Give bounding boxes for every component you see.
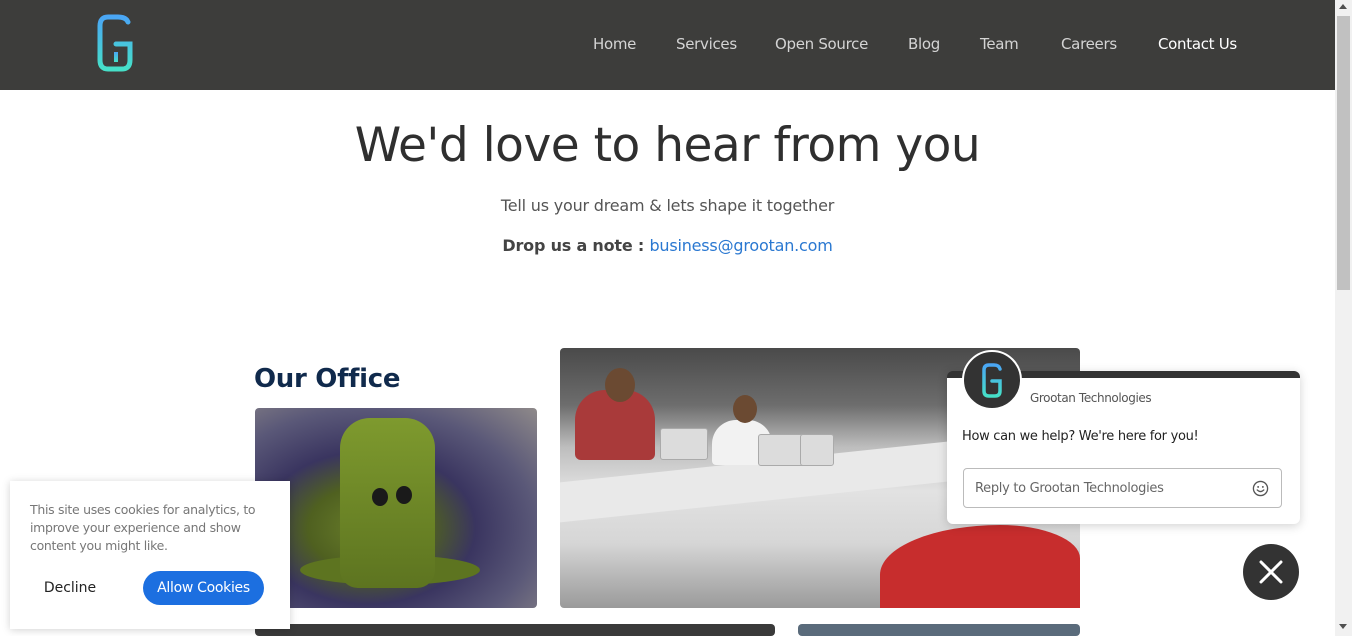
business-email-link[interactable]: business@grootan.com <box>649 236 832 255</box>
decline-cookies-button[interactable]: Decline <box>30 571 110 605</box>
office-photo-bottom-left <box>255 624 775 636</box>
page-subtitle: Tell us your dream & lets shape it toget… <box>500 196 835 215</box>
groot-eye-decor <box>372 488 388 506</box>
grootan-logo[interactable] <box>96 14 134 72</box>
chat-greeting-message: How can we help? We're here for you! <box>962 429 1199 444</box>
allow-cookies-button[interactable]: Allow Cookies <box>143 571 264 605</box>
chat-close-button[interactable] <box>1243 544 1299 600</box>
nav-blog[interactable]: Blog <box>908 35 940 53</box>
close-icon <box>1259 560 1283 584</box>
laptop-decor <box>800 434 834 466</box>
note-label: Drop us a note : <box>502 236 650 255</box>
scroll-down-arrow-icon[interactable] <box>1339 624 1347 629</box>
nav-careers[interactable]: Careers <box>1061 35 1117 53</box>
scrollbar-thumb[interactable] <box>1337 16 1350 290</box>
office-section-title: Our Office <box>254 364 401 394</box>
groot-figure-decor <box>340 418 435 588</box>
chat-company-name: Grootan Technologies <box>1030 391 1152 405</box>
groot-eye-decor <box>396 486 412 504</box>
site-header: Home Services Open Source Blog Team Care… <box>0 0 1335 90</box>
chat-reply-input[interactable] <box>963 468 1282 508</box>
chat-avatar <box>962 350 1022 410</box>
person-head-decor <box>605 368 635 402</box>
grootan-avatar-icon <box>982 363 1002 398</box>
contact-note: Drop us a note : business@grootan.com <box>0 236 1335 255</box>
nav-open-source[interactable]: Open Source <box>775 35 868 53</box>
nav-contact-us[interactable]: Contact Us <box>1158 35 1237 53</box>
scroll-up-arrow-icon[interactable] <box>1339 4 1347 9</box>
office-photo-bottom-right <box>798 624 1080 636</box>
nav-services[interactable]: Services <box>676 35 737 53</box>
page-title: We'd love to hear from you <box>354 118 981 173</box>
laptop-decor <box>758 434 806 466</box>
cookie-message: This site uses cookies for analytics, to… <box>30 502 256 553</box>
nav-home[interactable]: Home <box>593 35 636 53</box>
nav-team[interactable]: Team <box>980 35 1019 53</box>
laptop-decor <box>660 428 708 460</box>
smiley-icon[interactable] <box>1252 480 1269 497</box>
person-head-decor <box>733 395 757 423</box>
cookie-consent-banner: This site uses cookies for analytics, to… <box>10 481 290 629</box>
